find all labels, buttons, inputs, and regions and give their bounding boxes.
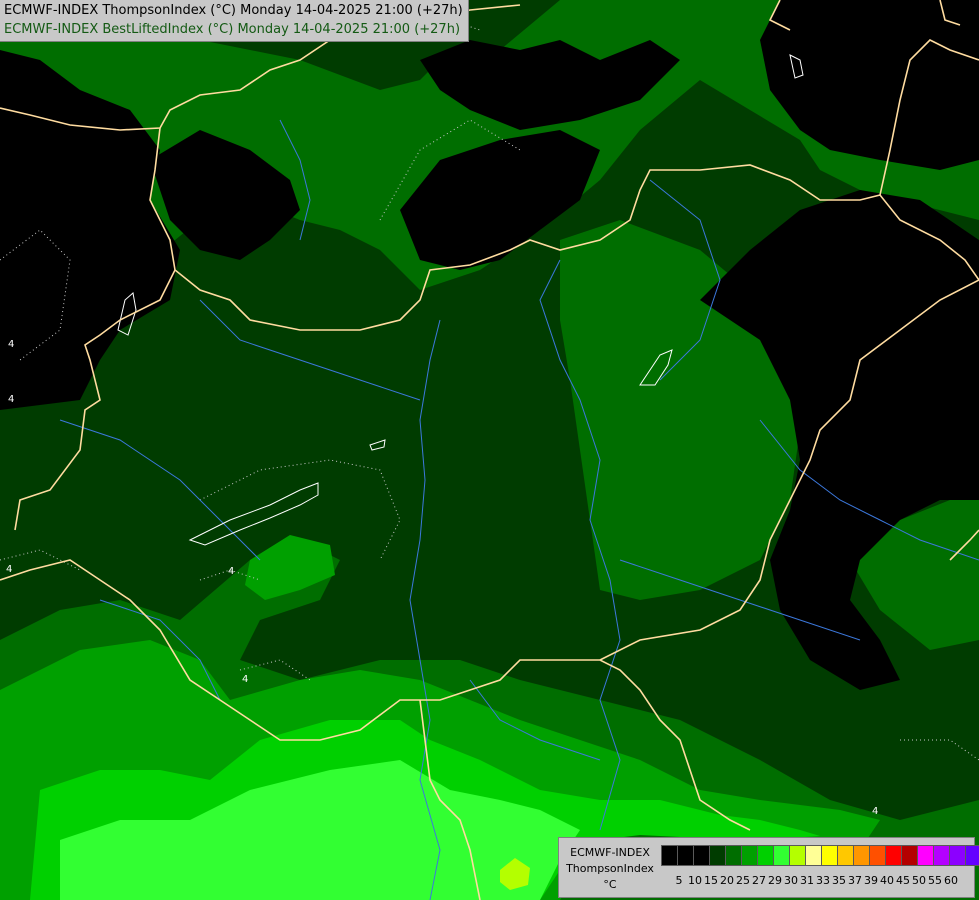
- legend-tick-label: 50: [912, 874, 926, 887]
- legend-swatch: [661, 845, 678, 866]
- legend-swatch: [901, 845, 918, 866]
- legend-tick-label: 40: [880, 874, 894, 887]
- isoline-label: 4: [242, 674, 248, 685]
- legend-parameter: ThompsonIndex: [566, 862, 654, 875]
- legend-tick-label: 35: [832, 874, 846, 887]
- legend-tick-label: 33: [816, 874, 830, 887]
- legend-swatch: [677, 845, 694, 866]
- legend-swatches: [661, 845, 979, 866]
- isoline-label: 4: [228, 566, 234, 577]
- legend-swatch: [773, 845, 790, 866]
- legend-swatch: [805, 845, 822, 866]
- isoline-label: 4: [8, 339, 14, 350]
- legend-tick-label: 55: [928, 874, 942, 887]
- legend-swatch: [885, 845, 902, 866]
- legend-swatch: [869, 845, 886, 866]
- legend-tick-label: 20: [720, 874, 734, 887]
- legend-tick-label: 37: [848, 874, 862, 887]
- legend-swatch: [693, 845, 710, 866]
- legend-swatch: [837, 845, 854, 866]
- legend-swatch: [757, 845, 774, 866]
- legend-tick-label: 30: [784, 874, 798, 887]
- map-title-box: ECMWF-INDEX ThompsonIndex (°C) Monday 14…: [0, 0, 469, 42]
- legend-swatch: [821, 845, 838, 866]
- legend-swatch: [741, 845, 758, 866]
- legend-tick-label: 45: [896, 874, 910, 887]
- legend-tick-label: 10: [688, 874, 702, 887]
- legend-swatch: [917, 845, 934, 866]
- legend-tick-label: 15: [704, 874, 718, 887]
- legend-tick-label: 39: [864, 874, 878, 887]
- legend-model: ECMWF-INDEX: [570, 846, 650, 859]
- legend-swatch: [725, 845, 742, 866]
- legend-swatch: [949, 845, 966, 866]
- legend-swatch: [789, 845, 806, 866]
- legend-tick-label: 31: [800, 874, 814, 887]
- map-title-bestlifted: ECMWF-INDEX BestLiftedIndex (°C) Monday …: [4, 22, 461, 37]
- map-canvas: 4 4 4 4 4 4: [0, 0, 979, 900]
- legend-swatch: [853, 845, 870, 866]
- legend-tick-label: 29: [768, 874, 782, 887]
- isoline-label: 4: [8, 394, 14, 405]
- weather-map: 4 4 4 4 4 4 ECMWF-INDEX ThompsonIndex (°…: [0, 0, 979, 900]
- legend-swatch: [965, 845, 979, 866]
- legend-swatch: [709, 845, 726, 866]
- legend-tick-label: 60: [944, 874, 958, 887]
- isoline-label: 4: [872, 806, 878, 817]
- legend-swatch: [933, 845, 950, 866]
- legend-tick-label: 5: [675, 874, 683, 887]
- legend-tick-label: 27: [752, 874, 766, 887]
- color-legend: ECMWF-INDEX ThompsonIndex °C 5 10 15 20 25 27…: [558, 837, 979, 898]
- map-title-thompson: ECMWF-INDEX ThompsonIndex (°C) Monday 14…: [4, 3, 463, 18]
- isoline-label: 4: [6, 564, 12, 575]
- legend-tick-label: 25: [736, 874, 750, 887]
- legend-unit: °C: [603, 878, 617, 891]
